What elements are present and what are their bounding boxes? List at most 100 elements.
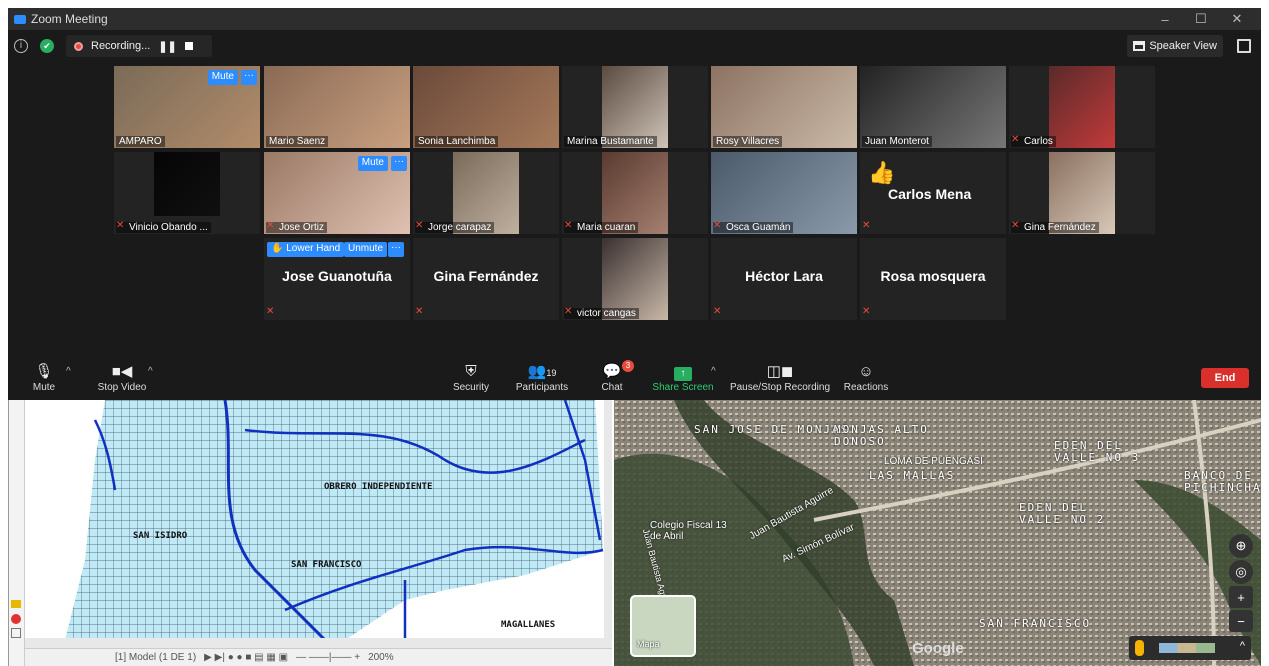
- cad-tool-icon[interactable]: [11, 628, 21, 638]
- participant-tile[interactable]: victor cangas ✕: [562, 238, 708, 320]
- participant-tile[interactable]: Osca Guamán ✕: [711, 152, 857, 234]
- participant-video: [1049, 66, 1115, 148]
- share-screen-button[interactable]: ↑ Share Screen: [651, 362, 715, 393]
- cad-vertical-scrollbar[interactable]: [604, 400, 612, 648]
- cad-tool-icon[interactable]: [11, 600, 21, 608]
- cad-label-san-isidro: SAN ISIDRO: [133, 531, 188, 541]
- stop-video-button[interactable]: ■◀ Stop Video: [92, 362, 152, 393]
- cad-tool-icon[interactable]: [11, 614, 21, 624]
- participant-tile[interactable]: Marina Bustamante: [562, 66, 708, 148]
- fullscreen-icon[interactable]: [1237, 39, 1251, 53]
- speaker-view-label: Speaker View: [1149, 40, 1217, 52]
- lower-hand-button[interactable]: ✋ Lower Hand: [267, 242, 345, 257]
- participants-label: Participants: [515, 382, 569, 393]
- cad-status-bar: [1] Model (1 DE 1) ▶ ▶| ● ● ■ ▤ ▦ ▣ — ——…: [25, 648, 612, 666]
- participants-icon: 👥19: [527, 363, 557, 380]
- cad-map-view[interactable]: OBRERO INDEPENDIENTE SAN ISIDRO SAN FRAN…: [8, 400, 612, 666]
- end-meeting-button[interactable]: End: [1201, 368, 1249, 388]
- participant-tile[interactable]: Rosa mosquera ✕: [860, 238, 1006, 320]
- cad-zoom-slider[interactable]: — ——|—— +: [296, 652, 360, 663]
- cad-label-san-francisco: SAN FRANCISCO: [291, 560, 362, 570]
- participant-tile[interactable]: Héctor Lara ✕: [711, 238, 857, 320]
- stop-recording-icon[interactable]: [184, 42, 193, 50]
- participant-tile[interactable]: Gina Fernández ✕: [413, 238, 559, 320]
- title-bar: Zoom Meeting – ☐ ✕: [8, 8, 1261, 30]
- video-options-chevron-icon[interactable]: ^: [148, 366, 153, 377]
- zoom-logo-icon: [14, 14, 26, 24]
- security-shield-icon[interactable]: ✔: [40, 39, 54, 53]
- participant-name: AMPARO: [116, 136, 165, 147]
- pause-stop-icon: ◫◼: [766, 363, 794, 380]
- participant-tile[interactable]: Jose Guanotuña ✕ ✋ Lower Hand Unmute ···: [264, 238, 410, 320]
- minimize-button[interactable]: –: [1147, 12, 1183, 27]
- speaker-view-button[interactable]: Speaker View: [1127, 35, 1223, 57]
- pause-recording-icon[interactable]: ❚❚: [158, 40, 176, 53]
- participant-tile[interactable]: AMPARO Mute ···: [114, 66, 260, 148]
- participant-tile[interactable]: Sonia Lanchimba: [413, 66, 559, 148]
- reactions-button[interactable]: ☺ Reactions: [842, 362, 890, 393]
- participant-name: Vinicio Obando ...: [116, 222, 211, 233]
- participant-name: Jorge carapaz: [415, 222, 495, 233]
- mute-button[interactable]: 🎙 Mute: [28, 362, 60, 393]
- satellite-map[interactable]: SAN JOSE DE MONJAS MONJAS ALTO DONOSO ED…: [614, 400, 1261, 666]
- map-label-las-mallas: LAS MALLAS: [869, 469, 956, 482]
- mute-participant-button[interactable]: Mute: [357, 156, 388, 171]
- thumbs-up-reaction-icon: 👍: [868, 160, 896, 185]
- unmute-button[interactable]: Unmute: [344, 242, 388, 257]
- cad-model-tab[interactable]: [1] Model (1 DE 1): [115, 652, 196, 663]
- participant-name: Jose Guanotuña: [282, 268, 392, 284]
- more-options-icon[interactable]: ···: [241, 70, 257, 85]
- globe-icon[interactable]: ⊕: [1229, 534, 1253, 558]
- chat-bubble-icon: 💬 3: [596, 360, 634, 382]
- muted-mic-icon: ✕: [1011, 220, 1020, 231]
- participant-tile[interactable]: Rosy Villacres: [711, 66, 857, 148]
- participant-tile[interactable]: Carlos ✕: [1009, 66, 1155, 148]
- recording-indicator: Recording... ❚❚: [66, 35, 212, 57]
- zoom-out-button[interactable]: −: [1229, 610, 1253, 632]
- more-options-icon[interactable]: ···: [391, 156, 407, 171]
- map-label-loma-de-puengasi: LOMA DE PUENGASI: [884, 456, 983, 467]
- maximize-button[interactable]: ☐: [1183, 11, 1219, 27]
- cad-nav-icons[interactable]: ▶ ▶| ● ● ■ ▤ ▦ ▣: [204, 652, 288, 663]
- participant-tile[interactable]: Maria cuaran ✕: [562, 152, 708, 234]
- recording-label: Recording...: [91, 40, 151, 52]
- imagery-thumbnails[interactable]: [1159, 643, 1215, 653]
- street-view-panel[interactable]: ^: [1129, 636, 1251, 660]
- map-label-eden-del-valle-3: EDEN DEL VALLE NO 3: [1054, 439, 1141, 464]
- participants-button[interactable]: 👥19 Participants: [511, 362, 573, 393]
- chat-badge: 3: [622, 360, 634, 372]
- participant-tile[interactable]: Jose Ortiz ✕ Mute ···: [264, 152, 410, 234]
- mute-label: Mute: [32, 382, 56, 393]
- audio-options-chevron-icon[interactable]: ^: [66, 366, 71, 377]
- cad-zoom-level: 200%: [368, 652, 394, 663]
- participant-tile[interactable]: Gina Fernández ✕: [1009, 152, 1155, 234]
- expand-chevron-icon[interactable]: ^: [1240, 640, 1245, 652]
- info-icon[interactable]: i: [14, 39, 28, 53]
- participant-tile[interactable]: Vinicio Obando ... ✕: [114, 152, 260, 234]
- participant-tile[interactable]: Juan Monterot: [860, 66, 1006, 148]
- cad-horizontal-scrollbar[interactable]: [25, 638, 605, 648]
- share-options-chevron-icon[interactable]: ^: [711, 366, 716, 377]
- participant-name: Gina Fernández: [1011, 222, 1099, 233]
- mute-participant-button[interactable]: Mute: [207, 70, 238, 85]
- participant-tile[interactable]: Mario Saenz: [264, 66, 410, 148]
- muted-mic-icon: ✕: [116, 220, 125, 231]
- cad-tool-sidebar: [9, 400, 25, 666]
- zoom-in-button[interactable]: +: [1229, 586, 1253, 608]
- chat-button[interactable]: 💬 3 Chat: [596, 360, 634, 393]
- map-type-toggle[interactable]: Mapa: [630, 595, 696, 657]
- pause-stop-recording-button[interactable]: ◫◼ Pause/Stop Recording: [728, 362, 832, 393]
- participant-name: Carlos Mena: [888, 186, 972, 202]
- muted-mic-icon: ✕: [415, 306, 424, 317]
- more-options-icon[interactable]: ···: [388, 242, 404, 257]
- participant-tile[interactable]: Jorge carapaz ✕: [413, 152, 559, 234]
- participant-name: Juan Monterot: [862, 136, 932, 147]
- participant-tile[interactable]: Carlos Mena ✕ 👍: [860, 152, 1006, 234]
- participant-name: Maria cuaran: [564, 222, 639, 233]
- muted-mic-icon: ✕: [713, 220, 722, 231]
- pegman-icon[interactable]: [1135, 640, 1144, 656]
- security-button[interactable]: ⛨ Security: [449, 362, 493, 393]
- map-label-banco-de-pichincha: BANCO DE PICHINCHA: [1184, 469, 1261, 494]
- close-button[interactable]: ✕: [1219, 11, 1255, 27]
- locate-icon[interactable]: ◎: [1229, 560, 1253, 584]
